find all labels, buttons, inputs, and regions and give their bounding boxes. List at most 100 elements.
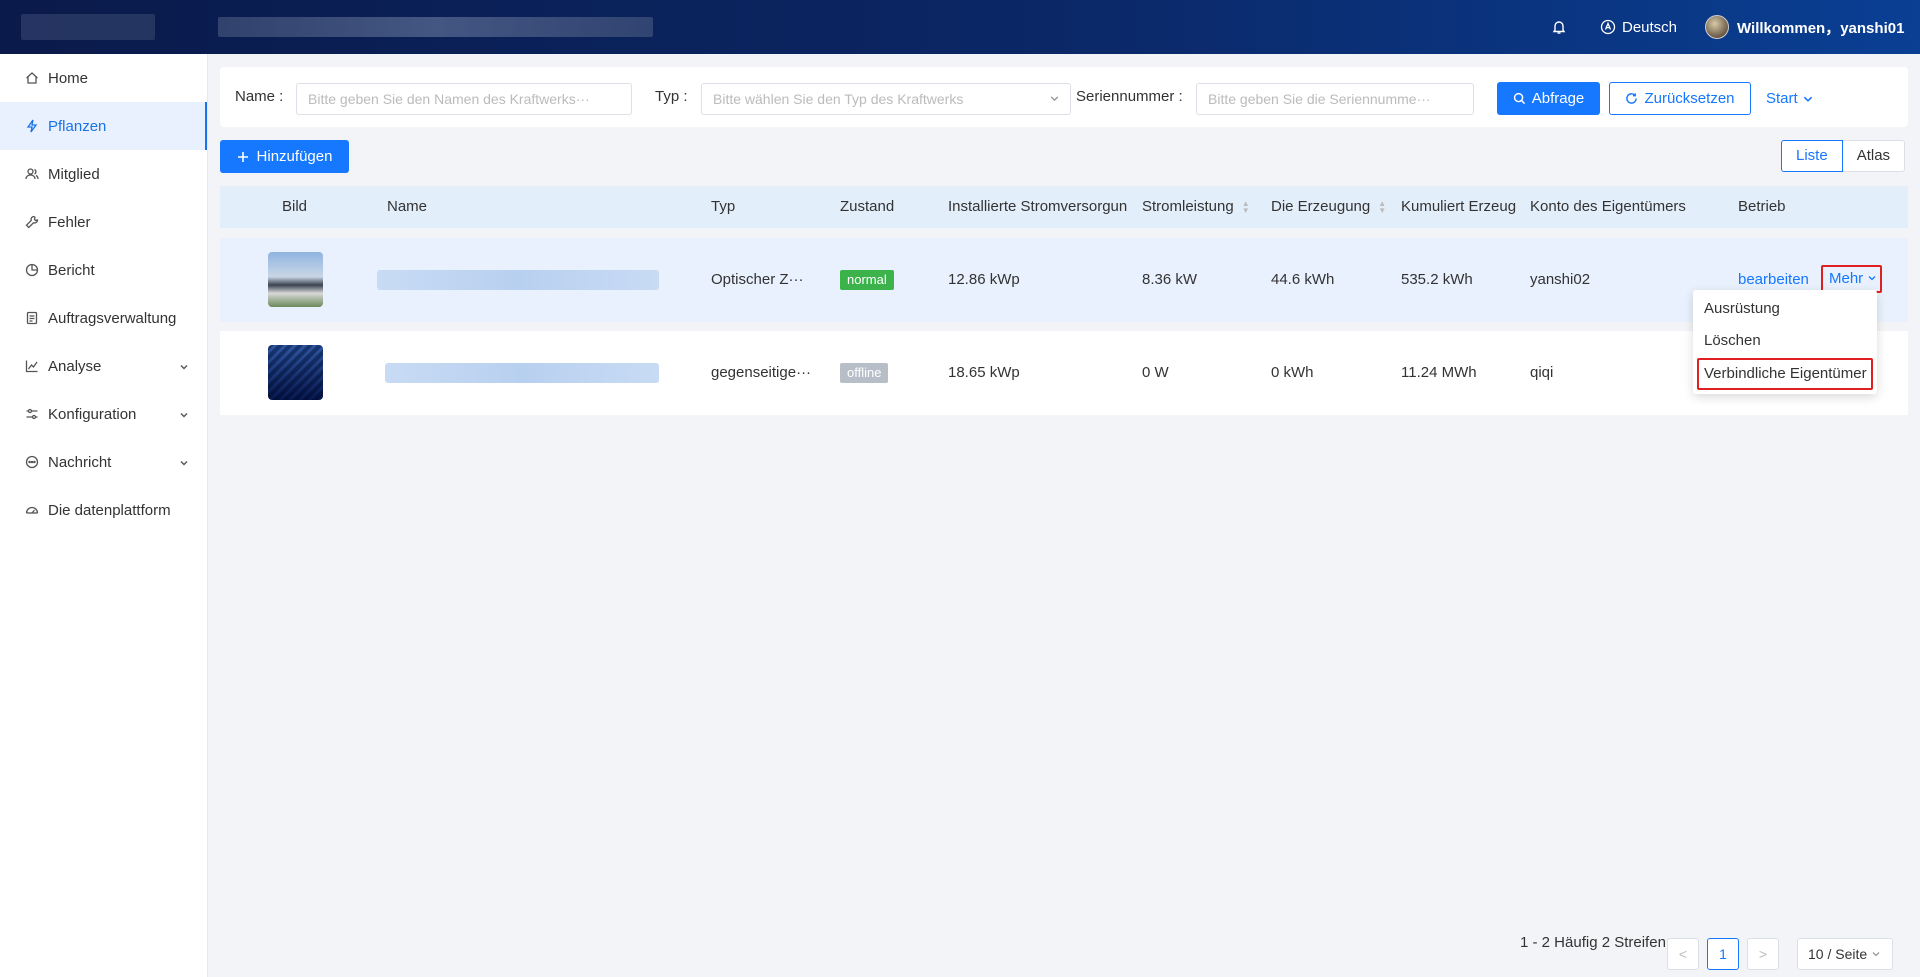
table-row: Optischer Z··· normal 12.86 kWp 8.36 kW … [220,238,1908,322]
wrench-icon [24,214,40,230]
language-switcher[interactable]: Deutsch [1600,0,1677,54]
column-header-name: Name [387,198,428,215]
sidebar-item-fehler[interactable]: Fehler [0,198,207,246]
query-button[interactable]: Abfrage [1497,82,1600,115]
column-header-typ: Typ [711,198,736,215]
more-label: Mehr [1829,270,1864,287]
chevron-down-icon [1868,276,1876,281]
avatar [1705,15,1729,39]
column-header-stromleistung[interactable]: Stromleistung ▲ ▼ [1142,186,1250,228]
cell-owner: qiqi [1530,364,1554,381]
plant-image [268,345,323,400]
query-button-label: Abfrage [1531,90,1585,107]
home-icon [24,70,40,86]
table-header: Bild Name Typ Zustand Installierte Strom… [220,186,1908,228]
page-size-select[interactable]: 10 / Seite [1797,938,1893,970]
cell-type: Optischer Z··· [711,271,804,288]
more-dropdown-menu: Ausrüstung Löschen Verbindliche Eigentüm… [1693,290,1877,394]
sidebar-item-bericht[interactable]: Bericht [0,246,207,294]
view-toggle: Liste Atlas [1781,140,1906,172]
type-filter-placeholder: Bitte wählen Sie den Typ des Kraftwerks [713,91,964,107]
logo [21,14,155,40]
add-plant-button[interactable]: Hinzufügen [220,140,349,173]
sliders-icon [24,406,40,422]
status-badge: normal [840,270,894,290]
serial-filter-placeholder: Bitte geben Sie die Seriennumme··· [1208,91,1431,107]
start-toggle-link[interactable]: Start [1766,82,1814,115]
view-atlas-button[interactable]: Atlas [1842,140,1906,172]
pie-chart-icon [24,262,40,278]
sidebar: Home Pflanzen Mitglied Fehler Bericht Au… [0,54,208,977]
column-header-betrieb: Betrieb [1738,198,1786,215]
type-filter-select[interactable]: Bitte wählen Sie den Typ des Kraftwerks [701,83,1071,115]
sidebar-item-label: Home [48,69,89,87]
page-size-label: 10 / Seite [1808,946,1868,962]
reset-button[interactable]: Zurücksetzen [1609,82,1751,115]
sidebar-item-home[interactable]: Home [0,54,207,102]
sidebar-item-label: Analyse [48,357,102,375]
add-button-label: Hinzufügen [256,148,333,165]
language-label: Deutsch [1622,18,1678,36]
table-row: gegenseitige··· offline 18.65 kWp 0 W 0 … [220,331,1908,415]
top-header: Deutsch Willkommen，yanshi01 [0,0,1920,54]
name-filter-input[interactable]: Bitte geben Sie den Namen des Kraftwerks… [296,83,632,115]
menu-item-ausruestung[interactable]: Ausrüstung [1693,293,1877,325]
pagination-prev-button[interactable]: < [1667,938,1699,970]
column-header-label: Stromleistung [1142,198,1234,215]
sidebar-item-pflanzen[interactable]: Pflanzen [0,102,207,150]
column-header-bild: Bild [282,198,308,215]
more-dropdown-trigger[interactable]: Mehr [1821,265,1882,293]
menu-item-loeschen[interactable]: Löschen [1693,325,1877,357]
line-chart-icon [24,358,40,374]
app-title-redacted [218,17,653,37]
start-link-label: Start [1766,90,1798,107]
refresh-icon [1626,93,1638,104]
sidebar-item-label: Nachricht [48,453,112,471]
chevron-down-icon [1049,84,1060,114]
status-badge: offline [840,363,889,383]
filter-bar: Name : Bitte geben Sie den Namen des Kra… [220,67,1908,127]
notification-bell-icon[interactable] [1551,0,1567,54]
message-icon [24,454,40,470]
chevron-down-icon [179,359,189,376]
sidebar-item-auftragsverwaltung[interactable]: Auftragsverwaltung [0,294,207,342]
sidebar-item-label: Bericht [48,261,95,279]
column-header-erzeugung[interactable]: Die Erzeugung ▲ ▼ [1271,186,1386,228]
sidebar-item-konfiguration[interactable]: Konfiguration [0,390,207,438]
serial-filter-label: Seriennummer : [1076,88,1183,105]
cell-cumulative: 11.24 MWh [1401,364,1477,381]
cell-cumulative: 535.2 kWh [1401,271,1473,288]
clipboard-icon [24,310,40,326]
view-list-button[interactable]: Liste [1781,140,1843,172]
sidebar-item-label: Konfiguration [48,405,137,423]
sidebar-item-analyse[interactable]: Analyse [0,342,207,390]
chevron-down-icon [1803,96,1812,102]
sidebar-item-datenplattform[interactable]: Die datenplattform [0,486,207,534]
language-icon [1600,19,1616,35]
search-icon [1513,92,1525,105]
user-menu[interactable]: Willkommen，yanshi01 [1705,0,1904,54]
lightning-icon [24,118,40,134]
plus-icon [237,151,248,162]
column-header-kumuliert: Kumuliert Erzeug [1401,198,1517,215]
cell-type: gegenseitige··· [711,364,812,381]
pagination-page-1[interactable]: 1 [1707,938,1739,970]
type-filter-label: Typ : [655,88,688,105]
plant-name-redacted [377,270,659,290]
plant-image [268,252,323,307]
sidebar-item-mitglied[interactable]: Mitglied [0,150,207,198]
sort-icon: ▲ ▼ [1241,199,1250,216]
reset-button-label: Zurücksetzen [1644,90,1735,107]
menu-item-verbindliche-eigentuemer[interactable]: Verbindliche Eigentümer [1697,358,1873,390]
cell-owner: yanshi02 [1530,271,1591,288]
chevron-down-icon [1872,952,1880,957]
users-icon [24,166,40,182]
pagination-next-button[interactable]: > [1747,938,1779,970]
sidebar-item-nachricht[interactable]: Nachricht [0,438,207,486]
pagination-summary: 1 - 2 Häufig 2 Streifen [1520,934,1666,951]
name-filter-label: Name : [235,88,284,105]
serial-filter-input[interactable]: Bitte geben Sie die Seriennumme··· [1196,83,1474,115]
sidebar-item-label: Auftragsverwaltung [48,309,177,327]
dashboard-icon [24,502,40,518]
cell-installed: 18.65 kWp [948,364,1020,381]
